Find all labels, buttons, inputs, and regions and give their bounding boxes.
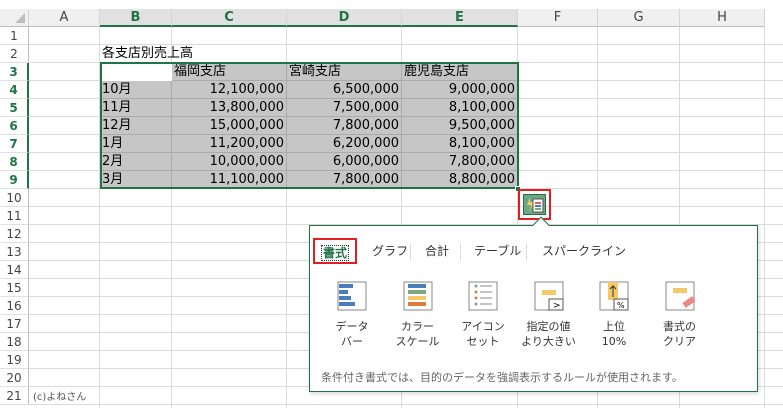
row-header-20[interactable]: 20 <box>0 369 29 387</box>
row-header-16[interactable]: 16 <box>0 297 29 315</box>
row-header-5[interactable]: 5 <box>0 99 29 117</box>
column-header-D[interactable]: D <box>287 9 402 27</box>
tab-charts[interactable]: グラフ <box>372 238 408 264</box>
tab-label: 書式 <box>321 245 350 261</box>
gridline <box>29 404 783 405</box>
row-header-7[interactable]: 7 <box>0 135 29 153</box>
data-bars-icon <box>337 281 367 311</box>
tab-divider <box>460 243 461 261</box>
quick-analysis-button[interactable] <box>518 189 551 220</box>
sheet-title[interactable]: 各支店別売上高 <box>100 45 300 63</box>
row-header-19[interactable]: 19 <box>0 351 29 369</box>
option-label: より大きい <box>521 335 576 348</box>
svg-text:>: > <box>553 301 561 311</box>
option-label: 上位 <box>603 320 625 333</box>
gridline <box>29 206 783 207</box>
option-label: セット <box>466 335 500 348</box>
option-label: データ <box>335 320 369 333</box>
row-header-3[interactable]: 3 <box>0 63 29 81</box>
option-data-bars[interactable]: データ バー <box>322 281 382 349</box>
option-label: アイコン <box>461 320 505 333</box>
icon-set-icon <box>468 281 498 311</box>
option-label: カラー <box>401 320 434 333</box>
color-scale-icon <box>403 281 432 311</box>
tab-divider <box>410 243 411 261</box>
select-all-button[interactable] <box>0 9 29 27</box>
greater-than-icon: > <box>534 281 563 311</box>
option-label: 10% <box>601 335 627 348</box>
row-header-6[interactable]: 6 <box>0 117 29 135</box>
row-header-13[interactable]: 13 <box>0 243 29 261</box>
tab-tables[interactable]: テーブル <box>474 238 521 264</box>
option-label: スケール <box>395 335 440 348</box>
option-label: 指定の値 <box>526 320 571 333</box>
option-top-10-percent[interactable]: % 上位 10% <box>584 281 644 349</box>
row-header-1[interactable]: 1 <box>0 27 29 45</box>
selection-range <box>100 62 519 189</box>
tab-totals[interactable]: 合計 <box>425 238 449 264</box>
option-clear-format[interactable]: 書式の クリア <box>650 281 710 349</box>
row-header-21[interactable]: 21 <box>0 387 29 405</box>
quick-analysis-icon <box>523 194 546 215</box>
tab-sparklines[interactable]: スパークライン <box>542 238 626 264</box>
credit-text: (c)よねさん <box>33 392 87 403</box>
row-header-17[interactable]: 17 <box>0 315 29 333</box>
tab-divider <box>526 243 527 261</box>
row-header-8[interactable]: 8 <box>0 153 29 171</box>
column-header-C[interactable]: C <box>172 9 287 27</box>
option-label: バー <box>341 335 363 348</box>
option-label: クリア <box>663 335 696 348</box>
row-header-15[interactable]: 15 <box>0 279 29 297</box>
top-10-percent-icon: % <box>599 281 629 311</box>
option-greater-than[interactable]: > 指定の値より大きい <box>519 281 579 349</box>
column-header-E[interactable]: E <box>402 9 518 27</box>
column-header-G[interactable]: G <box>598 9 680 27</box>
tab-formatting[interactable]: 書式 <box>313 238 358 264</box>
row-header-2[interactable]: 2 <box>0 45 29 63</box>
column-header-A[interactable]: A <box>29 9 100 27</box>
row-header-10[interactable]: 10 <box>0 189 29 207</box>
clear-format-icon <box>665 281 695 311</box>
row-header-11[interactable]: 11 <box>0 207 29 225</box>
svg-text:%: % <box>617 301 625 310</box>
option-color-scale[interactable]: カラー スケール <box>388 281 448 349</box>
option-label: 書式の <box>663 320 696 333</box>
row-header-18[interactable]: 18 <box>0 333 29 351</box>
description-text: 条件付き書式では、目的のデータを強調表示するルールが使用されます。 <box>321 371 683 384</box>
column-header-B[interactable]: B <box>100 9 172 27</box>
quick-analysis-popup: 書式 グラフ 合計 テーブル スパークライン データ バー カラー スケール アイコンセ… <box>309 225 758 392</box>
column-header-F[interactable]: F <box>518 9 598 27</box>
row-header-14[interactable]: 14 <box>0 261 29 279</box>
column-header-H[interactable]: H <box>680 9 765 27</box>
row-header-4[interactable]: 4 <box>0 81 29 99</box>
row-header-9[interactable]: 9 <box>0 171 29 189</box>
option-icon-set[interactable]: アイコン セット <box>453 281 513 349</box>
row-header-12[interactable]: 12 <box>0 225 29 243</box>
